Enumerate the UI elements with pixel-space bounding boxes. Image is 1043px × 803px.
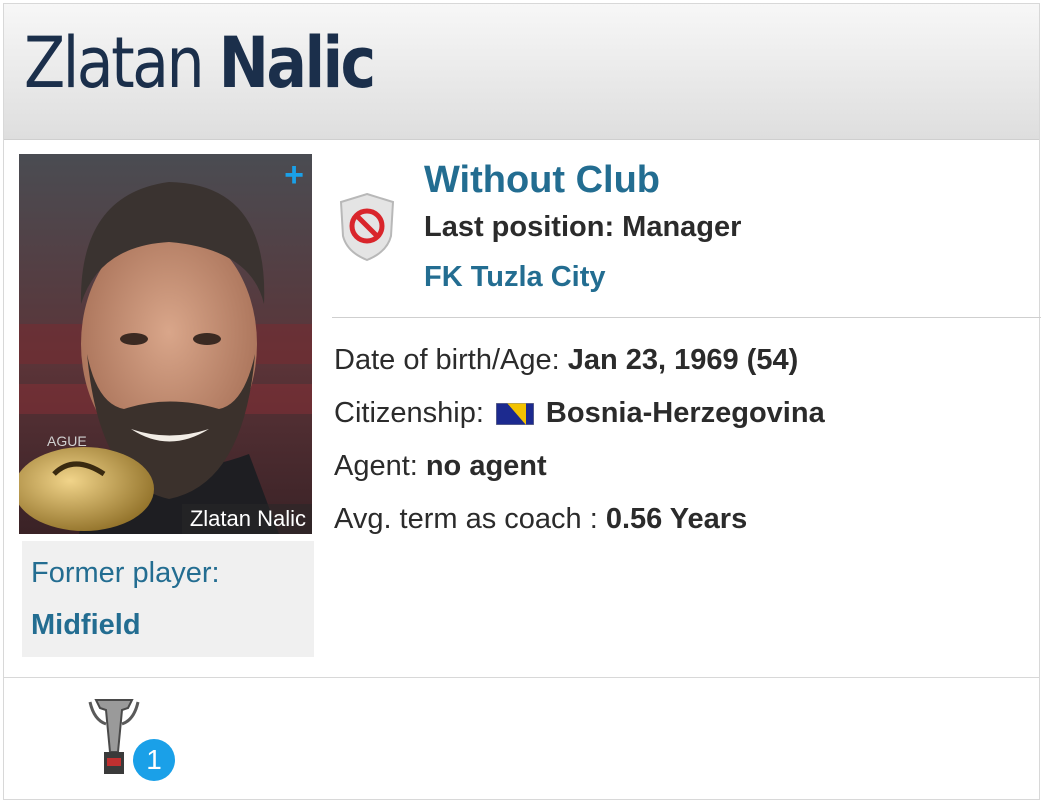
citizenship-row: Citizenship: Bosnia-Herzegovina (334, 397, 825, 430)
term-label: Avg. term as coach : (334, 503, 598, 535)
citizenship-label: Citizenship: (334, 397, 484, 429)
profile-photo[interactable]: AGUE + Zlatan Nalic (19, 154, 312, 534)
former-player-position[interactable]: Midfield (31, 609, 141, 642)
former-player-label: Former player: (31, 557, 220, 589)
divider (332, 317, 1041, 318)
citizenship-value: Bosnia-Herzegovina (545, 397, 825, 429)
svg-text:AGUE: AGUE (47, 433, 87, 449)
former-player-box: Former player: Midfield (22, 541, 314, 657)
agent-value: no agent (425, 450, 547, 482)
term-row: Avg. term as coach : 0.56 Years (334, 503, 747, 536)
profile-card: Zlatan Nalic AGUE + Zlatan Nalic Former … (3, 3, 1041, 800)
page-title: Zlatan Nalic (24, 28, 376, 98)
trophy-icon[interactable] (88, 694, 140, 780)
photo-caption: Zlatan Nalic (181, 504, 312, 534)
last-name: Nalic (218, 22, 377, 104)
agent-row: Agent: no agent (334, 450, 547, 483)
club-link[interactable]: FK Tuzla City (424, 261, 606, 294)
portrait-image: AGUE (19, 154, 312, 534)
club-status: Without Club (424, 159, 661, 201)
dob-label: Date of birth/Age: (334, 344, 560, 376)
dob-value: Jan 23, 1969 (54) (567, 344, 799, 376)
trophy-count-badge: 1 (133, 739, 175, 781)
profile-header: Zlatan Nalic (4, 4, 1039, 140)
section-divider (4, 677, 1039, 678)
add-photo-icon[interactable]: + (284, 158, 304, 192)
term-value: 0.56 Years (605, 503, 748, 535)
bosnia-flag-icon (495, 402, 534, 425)
no-club-icon (339, 192, 395, 262)
last-position: Last position: Manager (424, 211, 742, 243)
dob-row: Date of birth/Age: Jan 23, 1969 (54) (334, 344, 798, 377)
first-name: Zlatan (24, 22, 205, 104)
agent-label: Agent: (334, 450, 418, 482)
